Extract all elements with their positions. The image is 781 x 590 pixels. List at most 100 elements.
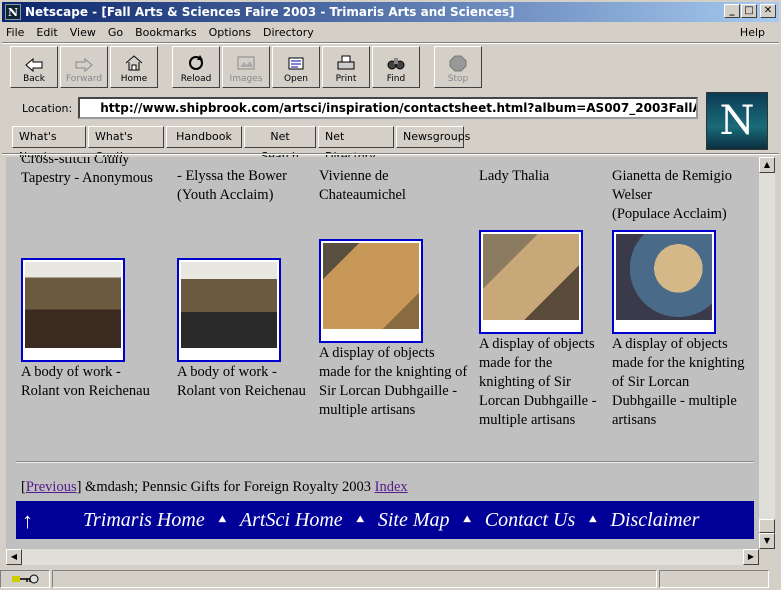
contact-us-link[interactable]: Contact Us [485,510,576,530]
menu-bar: File Edit View Go Bookmarks Options Dire… [0,22,781,42]
site-map-link[interactable]: Site Map [378,510,450,530]
scroll-thumb[interactable] [759,519,775,533]
thumbnail-link[interactable] [177,258,281,362]
caption-top-3: Vivienne de Chateaumichel [319,168,406,203]
directory-buttons: What's New! What's Cool! Handbook Net Se… [12,126,470,163]
handbook-button[interactable]: Handbook [166,126,242,148]
index-link[interactable]: Index [375,479,408,495]
footer-nav: ↑ Trimaris Home ⯅ ArtSci Home ⯅ Site Map… [16,501,754,539]
vertical-scrollbar[interactable]: ▲ ▼ [759,157,775,549]
menu-file[interactable]: File [0,26,30,39]
photo [483,234,579,320]
images-icon [237,56,255,70]
forward-label: Forward [65,74,103,84]
caption-top-1: Cross-stitch Cluny Tapestry - Anonymous [21,157,153,186]
caption-item-1: A body of work - Rolant von Reichenau [21,364,150,399]
menu-edit[interactable]: Edit [30,26,63,39]
forward-arrow-icon [75,58,93,72]
netscape-icon: N [5,4,21,20]
printer-icon [337,55,355,70]
divider [2,42,779,44]
stop-button[interactable]: Stop [434,46,482,88]
page-content: Cross-stitch Cluny Tapestry - Anonymous … [6,157,759,549]
url-field[interactable]: http://www.shipbrook.com/artsci/inspirat… [78,97,699,119]
photo [181,262,277,348]
status-bar [0,568,781,590]
home-icon [125,55,143,71]
close-button[interactable]: ✕ [760,4,776,18]
scroll-left-button[interactable]: ◀ [6,549,22,565]
menu-go[interactable]: Go [102,26,129,39]
caption-item-3: A display of objects made for the knight… [319,345,468,418]
netscape-logo[interactable]: N [706,92,768,150]
horizontal-rule [16,461,754,463]
scroll-up-button[interactable]: ▲ [759,157,775,173]
progress-area [659,570,769,588]
newsgroups-button[interactable]: Newsgroups [396,126,470,148]
minimize-button[interactable]: _ [724,4,740,18]
status-text [52,570,657,588]
caption-top-4: Lady Thalia [479,168,550,184]
whats-cool-button[interactable]: What's Cool! [88,126,164,163]
menu-help[interactable]: Help [734,26,771,39]
binoculars-icon [387,58,405,70]
location-label: Location: [22,101,73,115]
stop-label: Stop [447,74,469,84]
thumbnail-link[interactable] [21,258,125,362]
print-label: Print [335,74,357,84]
trimaris-home-link[interactable]: Trimaris Home [83,510,205,530]
navigation-toolbar: Back Forward Home Reload Images Open Pri… [10,46,484,90]
photo [323,243,419,329]
up-arrow-icon[interactable]: ↑ [22,509,33,531]
security-key-icon[interactable] [0,570,50,588]
location-bar: Location: http://www.shipbrook.com/artsc… [10,96,699,120]
menu-bookmarks[interactable]: Bookmarks [129,26,202,39]
back-arrow-icon [25,58,43,72]
maximize-button[interactable]: □ [741,4,757,18]
crown-icon: ⯅ [216,512,228,528]
open-icon [288,57,304,70]
menu-view[interactable]: View [64,26,102,39]
scroll-right-button[interactable]: ▶ [743,549,759,565]
home-label: Home [120,74,148,84]
forward-button[interactable]: Forward [60,46,108,88]
photo [616,234,712,320]
thumbnail-link[interactable] [319,239,423,343]
browser-window: N Netscape - [Fall Arts & Sciences Faire… [0,0,781,590]
caption-top-2: - Elyssa the Bower (Youth Acclaim) [177,168,287,203]
net-search-button[interactable]: Net Search [244,126,316,163]
open-button[interactable]: Open [272,46,320,88]
window-title: Netscape - [Fall Arts & Sciences Faire 2… [25,5,515,19]
artsci-home-link[interactable]: ArtSci Home [240,510,343,530]
divider [2,153,779,155]
menu-directory[interactable]: Directory [257,26,320,39]
crown-icon: ⯅ [354,512,366,528]
stop-icon [449,55,467,72]
crown-icon: ⯅ [587,512,599,528]
images-label: Images [229,74,263,84]
scroll-down-button[interactable]: ▼ [759,533,775,549]
caption-item-4: A display of objects made for the knight… [479,336,597,428]
disclaimer-link[interactable]: Disclaimer [611,510,700,530]
crown-icon: ⯅ [461,512,473,528]
thumbnail-link[interactable] [479,230,583,334]
print-button[interactable]: Print [322,46,370,88]
reload-button[interactable]: Reload [172,46,220,88]
horizontal-scrollbar[interactable]: ◀ ▶ [6,549,759,565]
reload-icon [189,55,203,70]
home-button[interactable]: Home [110,46,158,88]
thumbnail-link[interactable] [612,230,716,334]
caption-item-5: A display of objects made for the knight… [612,336,745,428]
title-bar: N Netscape - [Fall Arts & Sciences Faire… [2,2,779,22]
find-label: Find [386,74,406,84]
back-button[interactable]: Back [10,46,58,88]
caption-top-5: Gianetta de Remigio Welser (Populace Acc… [612,168,732,222]
find-button[interactable]: Find [372,46,420,88]
reload-label: Reload [180,74,212,84]
whats-new-button[interactable]: What's New! [12,126,86,163]
menu-options[interactable]: Options [203,26,257,39]
previous-link[interactable]: Previous [26,479,77,495]
net-directory-button[interactable]: Net Directory [318,126,394,163]
back-label: Back [23,74,45,84]
images-button[interactable]: Images [222,46,270,88]
